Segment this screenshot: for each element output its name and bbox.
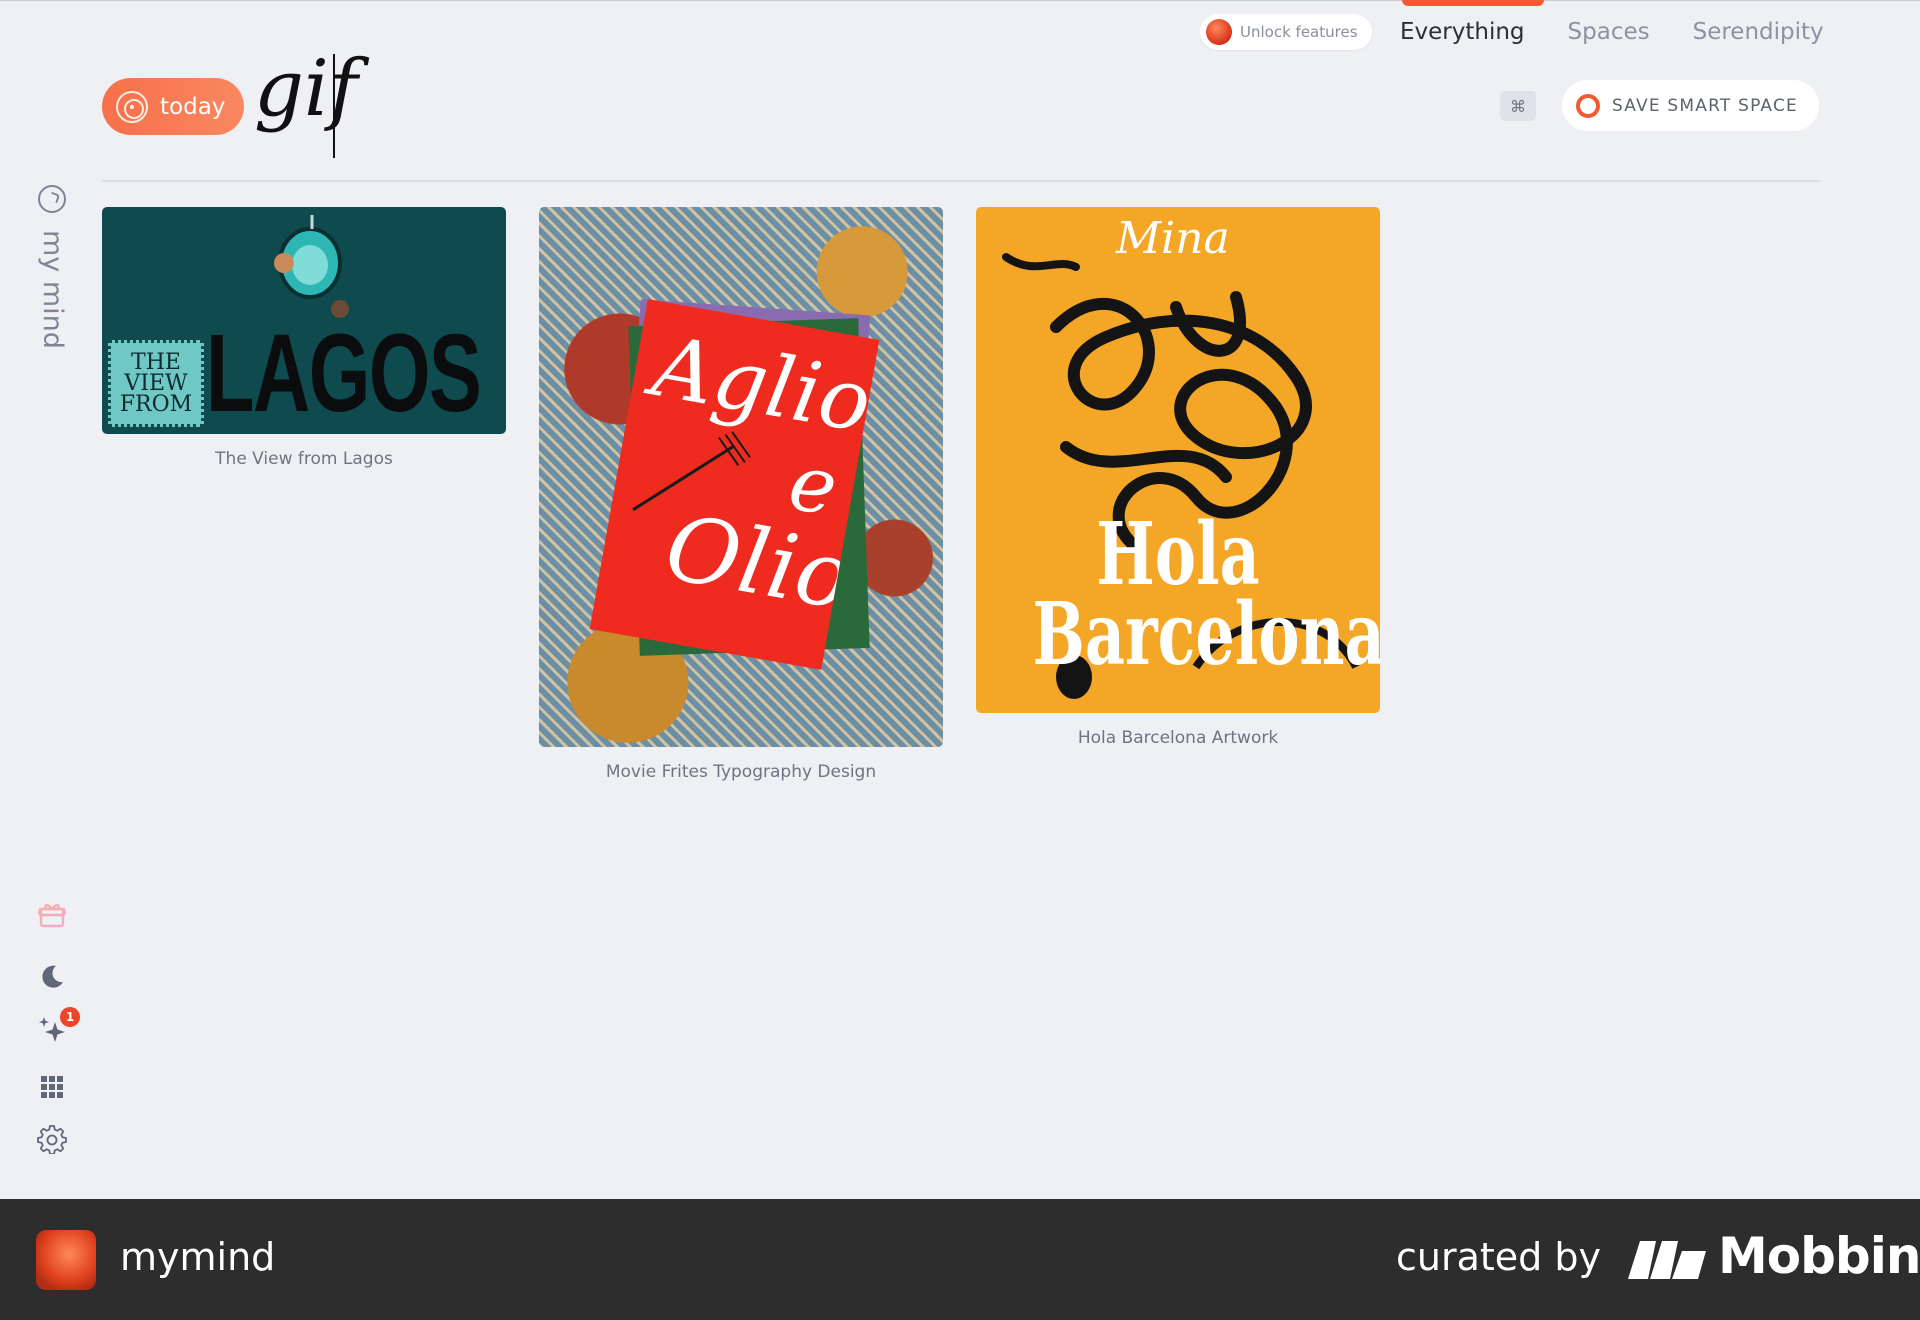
curated-by-label: curated by [1396,1235,1601,1279]
card-movie-frites-typography[interactable]: Aglio e Olio Movie Frites Typography Des… [539,207,943,782]
save-smart-space-label: SAVE SMART SPACE [1612,95,1798,116]
header-divider [102,180,1820,182]
lagos-wordmark: LAGOS [206,312,482,434]
stamp-line: FROM [119,392,193,417]
card-caption: Movie Frites Typography Design [605,762,877,782]
tab-serendipity[interactable]: Serendipity [1693,19,1824,45]
stamp-line: THE [131,350,181,375]
command-shortcut-button[interactable]: ⌘ [1500,91,1536,121]
notification-badge: 1 [60,1007,80,1027]
mymind-logo [36,1230,96,1290]
settings-button[interactable] [36,1123,68,1155]
card-image: Aglio e Olio [539,207,943,747]
poster-line-2: Barcelona! [1032,584,1380,685]
tab-spaces[interactable]: Spaces [1568,19,1650,45]
apps-grid-button[interactable] [36,1070,68,1102]
gift-button[interactable] [36,898,68,930]
footer-bar: mymind curated by Mobbin [0,1199,1920,1320]
my-mind-link[interactable]: my mind [37,230,68,349]
active-tab-indicator [1402,0,1544,6]
save-smart-space-button[interactable]: SAVE SMART SPACE [1562,80,1819,131]
card-caption: Hola Barcelona Artwork [1077,728,1279,748]
fork-illustration [632,431,751,512]
stamp-line: VIEW [124,371,188,396]
card-image: Mina Hola Barcelona! [976,207,1380,713]
gift-icon [38,904,66,928]
grid-icon [41,1076,63,1098]
top-hairline [0,0,1920,1]
lagos-stamp: THE VIEW FROM [108,340,204,427]
moon-icon [42,965,63,988]
dark-mode-toggle[interactable] [36,960,68,992]
card-hola-barcelona-artwork[interactable]: Mina Hola Barcelona! Hola Barcelona Artw… [976,207,1380,748]
card-image: THE VIEW FROM LAGOS [102,207,506,434]
brain-icon[interactable] [38,185,66,213]
unlock-features-button[interactable]: Unlock features [1200,14,1372,50]
app-name: mymind [120,1235,276,1279]
mobbin-logo-icon [1628,1241,1706,1279]
unlock-features-label: Unlock features [1240,23,1358,41]
search-input[interactable]: gif [254,50,358,128]
ring-icon [1576,93,1600,118]
target-icon [116,90,148,123]
whats-new-button[interactable]: 1 [36,1007,80,1045]
text-caret [333,54,335,158]
gear-icon [37,1125,67,1154]
main-tabs: Everything Spaces Serendipity [1400,14,1824,50]
today-label: today [160,93,226,120]
card-caption: The View from Lagos [215,449,393,469]
tab-everything[interactable]: Everything [1400,19,1525,45]
mobbin-wordmark: Mobbin [1718,1227,1920,1285]
today-filter-button[interactable]: today [102,78,244,135]
card-the-view-from-lagos[interactable]: THE VIEW FROM LAGOS The View from Lagos [102,207,506,469]
diver-illustration [274,215,349,318]
avatar [1206,19,1232,45]
